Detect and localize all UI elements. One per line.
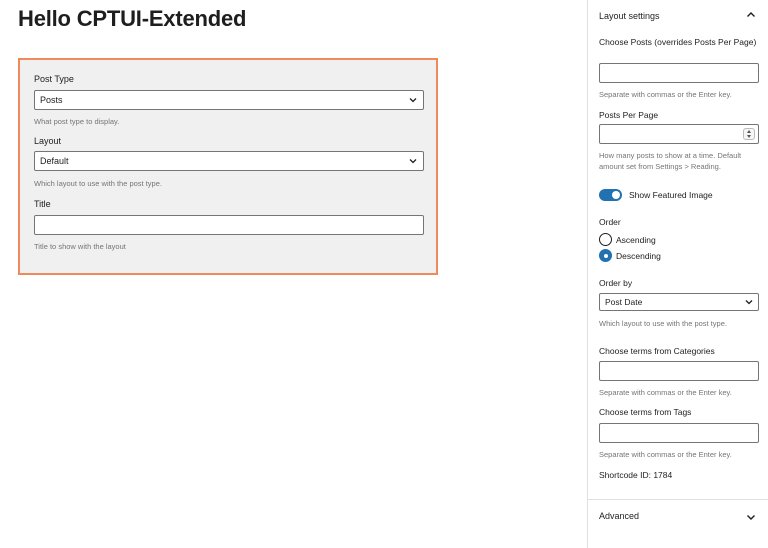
- shortcode-id: Shortcode ID: 1784: [599, 470, 673, 480]
- chevron-down-icon[interactable]: [746, 513, 756, 521]
- order-by-value: Post Date: [605, 297, 643, 307]
- order-by-select[interactable]: Post Date: [599, 293, 759, 311]
- chevron-up-icon[interactable]: [746, 11, 756, 19]
- tags-input[interactable]: [599, 423, 759, 443]
- choose-posts-label: Choose Posts (overrides Posts Per Page): [599, 37, 757, 47]
- posts-per-page-input[interactable]: [599, 124, 759, 144]
- posts-per-page-label: Posts Per Page: [599, 110, 659, 120]
- featured-image-label: Show Featured Image: [629, 190, 713, 200]
- tags-help: Separate with commas or the Enter key.: [599, 450, 732, 459]
- chevron-down-icon: [745, 300, 753, 305]
- toggle-knob: [612, 191, 620, 199]
- order-descending-radio[interactable]: [599, 249, 612, 262]
- order-label: Order: [599, 217, 621, 227]
- order-by-label: Order by: [599, 278, 633, 288]
- title-input[interactable]: [34, 215, 424, 235]
- post-type-select[interactable]: Posts: [34, 90, 424, 110]
- choose-posts-input[interactable]: [599, 63, 759, 83]
- layout-label: Layout: [34, 136, 62, 146]
- categories-input[interactable]: [599, 361, 759, 381]
- choose-posts-help: Separate with commas or the Enter key.: [599, 90, 732, 99]
- page-title: Hello CPTUI-Extended: [18, 6, 247, 31]
- number-spinner-icon[interactable]: [743, 128, 755, 140]
- posts-per-page-help: How many posts to show at a time. Defaul…: [599, 151, 742, 171]
- title-help: Title to show with the layout: [34, 242, 126, 251]
- order-by-help: Which layout to use with the post type.: [599, 319, 727, 328]
- post-type-help: What post type to display.: [34, 117, 120, 126]
- cptui-block[interactable]: Post Type Posts What post type to displa…: [18, 58, 438, 275]
- categories-label: Choose terms from Categories: [599, 346, 715, 356]
- panel-divider: [588, 499, 768, 500]
- post-type-label: Post Type: [34, 74, 74, 84]
- tags-label: Choose terms from Tags: [599, 407, 692, 417]
- order-ascending-label: Ascending: [616, 235, 656, 245]
- post-type-value: Posts: [40, 95, 63, 105]
- chevron-down-icon: [409, 159, 417, 164]
- title-label: Title: [34, 199, 51, 209]
- categories-help: Separate with commas or the Enter key.: [599, 388, 732, 397]
- layout-help: Which layout to use with the post type.: [34, 179, 162, 188]
- chevron-down-icon: [409, 98, 417, 103]
- featured-image-toggle[interactable]: [599, 189, 622, 201]
- advanced-panel-title[interactable]: Advanced: [599, 511, 639, 521]
- layout-value: Default: [40, 156, 69, 166]
- order-ascending-radio[interactable]: [599, 233, 612, 246]
- settings-sidebar: Layout settings Choose Posts (overrides …: [587, 0, 768, 548]
- layout-select[interactable]: Default: [34, 151, 424, 171]
- layout-settings-title[interactable]: Layout settings: [599, 11, 660, 21]
- order-descending-label: Descending: [616, 251, 661, 261]
